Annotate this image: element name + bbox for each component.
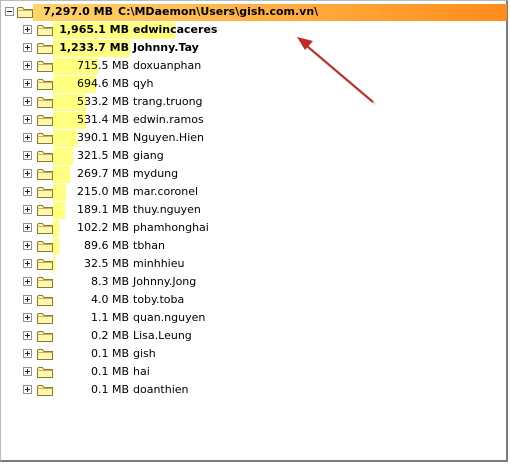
annotation-arrow-icon — [297, 37, 376, 106]
tree-view: 7,297.0 MB C:\MDaemon\Users\gish.com.vn\… — [0, 0, 508, 462]
